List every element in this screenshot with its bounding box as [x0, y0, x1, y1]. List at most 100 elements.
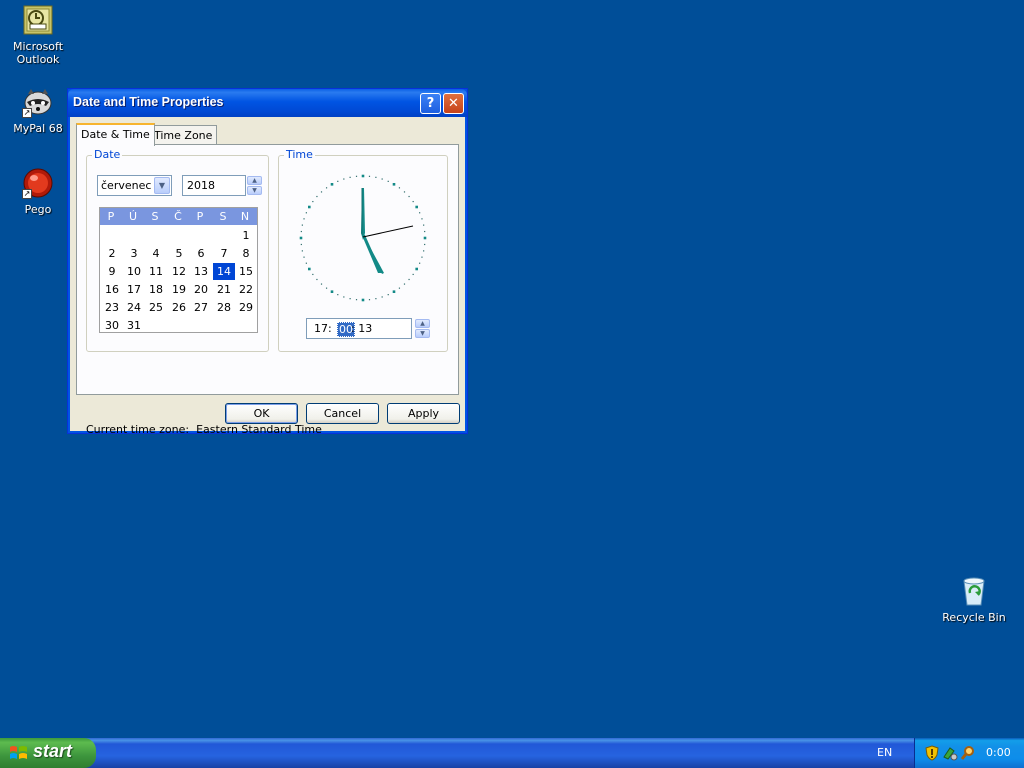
calendar-day[interactable]: 7 [213, 245, 235, 262]
calendar-day[interactable]: 6 [190, 245, 212, 262]
help-icon: ? [426, 96, 435, 111]
ok-button[interactable]: OK [225, 403, 298, 424]
desktop-icon-pego[interactable]: ↗ Pego [0, 167, 76, 216]
spin-up-icon[interactable]: ▲ [247, 176, 262, 185]
calendar-day[interactable]: 15 [235, 263, 257, 280]
clock-minute-tick [424, 243, 426, 246]
weekday-label: S [219, 210, 227, 223]
date-group-label: Date [92, 148, 123, 161]
weekday-label: S [151, 210, 159, 223]
calendar-day[interactable]: 10 [123, 263, 145, 280]
desktop-icon-mypal[interactable]: ↗ MyPal 68 [0, 86, 76, 135]
calendar-day[interactable]: 27 [190, 299, 212, 316]
calendar-day[interactable]: 11 [145, 263, 167, 280]
clock-minute-tick [303, 256, 305, 258]
search-magnifier-icon[interactable] [960, 745, 976, 761]
taskbar-clock[interactable]: 0:00 [986, 746, 1011, 759]
weekday-label: P [107, 210, 115, 223]
clock-minute-tick [320, 283, 323, 285]
clock-minute-tick [300, 230, 302, 233]
calendar-day[interactable]: 5 [168, 245, 190, 262]
calendar-day[interactable]: 19 [168, 281, 190, 298]
help-button[interactable]: ? [420, 93, 441, 114]
time-seconds[interactable]: : 13 [351, 322, 372, 335]
calendar-day[interactable]: 12 [168, 263, 190, 280]
clock-minute-tick [316, 195, 318, 198]
calendar-day[interactable]: 22 [235, 281, 257, 298]
tab-panel-date-time: Date červenec ▼ 2018 ▲ ▼ P Ú S Č P S N 1… [76, 144, 459, 436]
mypal-raccoon-icon: ↗ [22, 86, 54, 118]
desktop-icon-recycle-bin[interactable]: Recycle Bin [936, 575, 1012, 624]
calendar-day[interactable]: 1 [235, 227, 257, 244]
spin-up-icon[interactable]: ▲ [415, 319, 430, 328]
tab-time-zone[interactable]: Time Zone [149, 125, 218, 145]
clock-minute-tick [355, 299, 358, 301]
clock-hour-tick [361, 174, 365, 178]
calendar-day[interactable]: 3 [123, 245, 145, 262]
time-field[interactable]: 17: 00 : 13 [306, 318, 412, 339]
month-value: červenec [101, 179, 152, 192]
desktop-icon-outlook[interactable]: Microsoft Outlook [0, 4, 76, 66]
calendar-day[interactable]: 13 [190, 263, 212, 280]
year-spin-buttons: ▲ ▼ [247, 176, 262, 195]
calendar-day[interactable]: 2 [101, 245, 123, 262]
calendar-day[interactable]: 29 [235, 299, 257, 316]
calendar-day-selected[interactable]: 14 [213, 263, 235, 280]
safely-remove-hardware-icon[interactable] [942, 745, 958, 761]
tab-date-time[interactable]: Date & Time [76, 123, 155, 146]
clock-minute-tick [403, 283, 406, 285]
calendar-day[interactable]: 21 [213, 281, 235, 298]
language-indicator[interactable]: EN [877, 746, 892, 759]
close-button[interactable]: ✕ [443, 93, 464, 114]
clock-second-hand [362, 225, 414, 238]
clock-minute-tick [423, 250, 425, 252]
calendar-day[interactable]: 8 [235, 245, 257, 262]
weekday-label: N [240, 210, 250, 223]
time-hours[interactable]: 17: [314, 322, 332, 335]
clock-minute-tick [320, 191, 323, 193]
calendar-day[interactable]: 31 [123, 317, 145, 334]
calendar-day[interactable]: 28 [213, 299, 235, 316]
clock-minute-tick [301, 250, 303, 252]
clock-hour-tick [308, 205, 311, 209]
clock-minute-tick [412, 273, 414, 276]
calendar-day[interactable]: 24 [123, 299, 145, 316]
dialog-titlebar[interactable]: Date and Time Properties ? ✕ [68, 89, 467, 117]
calendar-day[interactable]: 26 [168, 299, 190, 316]
calendar-day[interactable]: 18 [145, 281, 167, 298]
month-select[interactable]: červenec ▼ [97, 175, 172, 196]
calendar-day[interactable]: 9 [101, 263, 123, 280]
clock-minute-tick [343, 178, 345, 180]
desktop-icon-label: Microsoft Outlook [12, 40, 64, 66]
shortcut-arrow-icon: ↗ [22, 189, 32, 199]
apply-button[interactable]: Apply [387, 403, 460, 424]
spin-down-icon[interactable]: ▼ [247, 186, 262, 195]
clock-minute-tick [301, 224, 303, 226]
calendar-day[interactable]: 30 [101, 317, 123, 334]
desktop-icon-label: Recycle Bin [942, 611, 1006, 624]
clock-minute-tick [305, 262, 307, 264]
security-shield-icon[interactable] [924, 745, 940, 761]
calendar-day[interactable]: 4 [145, 245, 167, 262]
calendar-day[interactable]: 23 [101, 299, 123, 316]
calendar-day[interactable]: 16 [101, 281, 123, 298]
clock-minute-tick [355, 175, 358, 177]
calendar-day[interactable]: 17 [123, 281, 145, 298]
weekday-label: Č [174, 210, 182, 223]
calendar-day[interactable]: 25 [145, 299, 167, 316]
year-spinner[interactable]: 2018 [182, 175, 246, 196]
clock-minute-tick [421, 218, 423, 220]
cancel-button[interactable]: Cancel [306, 403, 379, 424]
start-button[interactable]: start [0, 738, 96, 768]
clock-minute-tick [368, 175, 371, 177]
chevron-down-icon[interactable]: ▼ [154, 177, 170, 194]
time-spin-buttons: ▲ ▼ [415, 319, 430, 338]
current-time-zone-value: Eastern Standard Time [196, 423, 322, 436]
clock-minute-tick [412, 200, 414, 203]
spin-down-icon[interactable]: ▼ [415, 329, 430, 338]
clock-minute-tick [424, 230, 426, 233]
clock-hour-tick [415, 267, 418, 271]
taskbar: start EN 0:00 [0, 738, 1024, 768]
calendar-day[interactable]: 20 [190, 281, 212, 298]
clock-minute-tick [368, 299, 371, 301]
